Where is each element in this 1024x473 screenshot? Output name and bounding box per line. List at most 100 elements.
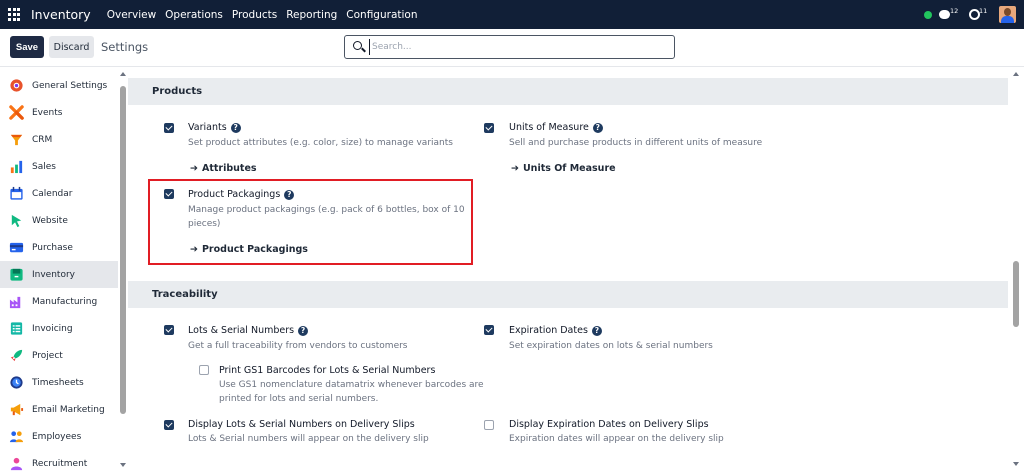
sales-icon <box>10 160 23 174</box>
discard-button[interactable]: Discard <box>49 36 94 58</box>
uom-title: Units of Measure <box>509 122 589 133</box>
display-expiration-checkbox[interactable] <box>484 420 494 430</box>
sidebar-scroll-thumb[interactable] <box>120 86 126 414</box>
sidebar-item-label: Purchase <box>32 242 73 253</box>
gs1-title: Print GS1 Barcodes for Lots & Serial Num… <box>219 365 436 376</box>
lots-description: Get a full traceability from vendors to … <box>188 341 408 351</box>
lots-checkbox[interactable] <box>164 325 174 335</box>
search-bar[interactable] <box>344 35 675 59</box>
uom-description: Sell and purchase products in different … <box>509 138 763 148</box>
sidebar-item-label: Timesheets <box>32 377 84 388</box>
systray: 12 11 <box>924 0 1024 29</box>
section-title: Products <box>152 86 203 97</box>
gs1-desc-line2: printed for lots and serial numbers. <box>219 393 379 404</box>
scroll-down-arrow-icon[interactable] <box>120 463 126 467</box>
uom-checkbox[interactable] <box>484 123 494 133</box>
units-of-measure-link[interactable]: ➔ Units Of Measure <box>511 163 616 174</box>
sidebar-item-label: Recruitment <box>32 458 88 469</box>
sidebar-item-website[interactable]: Website <box>0 207 118 234</box>
sidebar-item-label: Manufacturing <box>32 296 98 307</box>
top-menu: Overview Operations Products Reporting C… <box>98 9 418 21</box>
sidebar-item-email-marketing[interactable]: Email Marketing <box>0 396 118 423</box>
sidebar-item-crm[interactable]: CRM <box>0 126 118 153</box>
expiration-title: Expiration Dates <box>509 325 588 336</box>
events-icon <box>9 105 24 120</box>
sidebar-scrollbar[interactable] <box>118 67 128 473</box>
general-settings-icon <box>10 79 23 92</box>
gs1-checkbox[interactable] <box>199 365 209 375</box>
chat-icon[interactable]: 12 <box>939 6 959 22</box>
sidebar-item-sales[interactable]: Sales <box>0 153 118 180</box>
sidebar-item-timesheets[interactable]: Timesheets <box>0 369 118 396</box>
sidebar-item-label: Calendar <box>32 188 73 199</box>
timesheets-icon <box>10 376 23 389</box>
crm-icon <box>10 134 23 146</box>
lots-title: Lots & Serial Numbers <box>188 325 295 336</box>
variants-description: Set product attributes (e.g. color, size… <box>188 138 453 148</box>
highlight-annotation-box <box>148 179 473 265</box>
website-icon <box>11 214 22 228</box>
menu-reporting[interactable]: Reporting <box>286 9 337 21</box>
menu-products[interactable]: Products <box>232 9 277 21</box>
manufacturing-icon <box>9 296 21 309</box>
variants-checkbox[interactable] <box>164 123 174 133</box>
content-scrollbar[interactable] <box>1010 67 1024 473</box>
save-button[interactable]: Save <box>10 36 44 58</box>
section-title: Traceability <box>152 289 218 300</box>
menu-overview[interactable]: Overview <box>107 9 156 21</box>
attributes-link-label: Attributes <box>201 163 257 174</box>
attributes-link[interactable]: ➔ Attributes <box>190 163 257 174</box>
search-icon <box>353 41 362 50</box>
control-panel: Save Discard Settings <box>0 29 1024 67</box>
display-expiration-title: Display Expiration Dates on Delivery Sli… <box>509 419 709 430</box>
invoicing-icon <box>10 322 23 335</box>
menu-configuration[interactable]: Configuration <box>346 9 417 21</box>
sidebar-item-project[interactable]: Project <box>0 342 118 369</box>
display-lots-checkbox[interactable] <box>164 420 174 430</box>
help-icon[interactable]: ? <box>298 326 309 336</box>
sidebar-item-label: Employees <box>32 431 82 442</box>
menu-operations[interactable]: Operations <box>165 9 223 21</box>
sidebar-item-label: General Settings <box>32 80 108 91</box>
search-input[interactable] <box>369 39 669 55</box>
sidebar-item-inventory[interactable]: Inventory <box>0 261 118 288</box>
app-brand[interactable]: Inventory <box>31 7 91 22</box>
help-icon[interactable]: ? <box>592 123 603 133</box>
section-header-products: Products <box>128 78 1008 105</box>
content-scroll-thumb[interactable] <box>1013 261 1019 327</box>
display-lots-title: Display Lots & Serial Numbers on Deliver… <box>188 419 415 430</box>
sidebar-item-calendar[interactable]: Calendar <box>0 180 118 207</box>
expiration-checkbox[interactable] <box>484 325 494 335</box>
user-avatar[interactable] <box>999 6 1016 23</box>
activity-count: 11 <box>979 6 988 15</box>
uom-title-row: Units of Measure? <box>509 122 603 133</box>
recruitment-icon <box>10 457 23 471</box>
gs1-description: Use GS1 nomenclature datamatrix whenever… <box>219 379 484 406</box>
project-icon <box>10 349 23 362</box>
sidebar-item-employees[interactable]: Employees <box>0 423 118 450</box>
top-navbar: Inventory Overview Operations Products R… <box>0 0 1024 29</box>
expiration-description: Set expiration dates on lots & serial nu… <box>509 341 713 351</box>
sidebar-item-recruitment[interactable]: Recruitment <box>0 450 118 473</box>
sidebar-item-purchase[interactable]: Purchase <box>0 234 118 261</box>
activity-clock-icon[interactable]: 11 <box>969 6 988 22</box>
sidebar-item-manufacturing[interactable]: Manufacturing <box>0 288 118 315</box>
sidebar-item-events[interactable]: Events <box>0 99 118 126</box>
sidebar-item-label: Events <box>32 107 63 118</box>
section-header-traceability: Traceability <box>128 281 1008 308</box>
variants-title: Variants <box>188 122 227 133</box>
email-marketing-icon <box>10 403 24 416</box>
sidebar-item-invoicing[interactable]: Invoicing <box>0 315 118 342</box>
chat-count: 12 <box>950 6 959 15</box>
sidebar-item-label: CRM <box>32 134 53 145</box>
gs1-desc-line1: Use GS1 nomenclature datamatrix whenever… <box>219 380 484 390</box>
uom-link-label: Units Of Measure <box>522 163 616 174</box>
scroll-up-arrow-icon[interactable] <box>1013 72 1019 76</box>
scroll-down-arrow-icon[interactable] <box>1013 462 1019 466</box>
apps-menu-icon[interactable] <box>8 7 22 22</box>
help-icon[interactable]: ? <box>230 123 241 133</box>
scroll-up-arrow-icon[interactable] <box>120 72 126 76</box>
employees-icon <box>9 431 24 443</box>
sidebar-item-general-settings[interactable]: General Settings <box>0 72 118 99</box>
help-icon[interactable]: ? <box>591 326 602 336</box>
